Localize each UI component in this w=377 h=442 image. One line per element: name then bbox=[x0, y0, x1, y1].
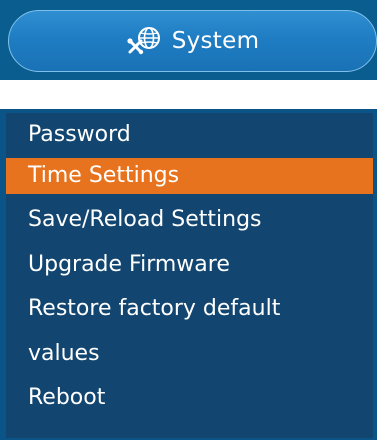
menu-item-time-settings[interactable]: Time Settings bbox=[6, 158, 373, 194]
tools-globe-icon bbox=[126, 24, 164, 58]
system-submenu: Password Time Settings Save/Reload Setti… bbox=[0, 109, 377, 440]
system-label: System bbox=[171, 28, 260, 54]
menu-item-save-reload-settings[interactable]: Save/Reload Settings bbox=[6, 202, 373, 238]
menu-item-upgrade-firmware[interactable]: Upgrade Firmware bbox=[6, 247, 373, 283]
header-band: System bbox=[0, 0, 377, 80]
menu-item-password[interactable]: Password bbox=[6, 117, 373, 153]
system-menu-button[interactable]: System bbox=[8, 10, 377, 72]
menu-item-restore-factory-defaults[interactable]: Restore factory default bbox=[6, 291, 373, 327]
system-button-content: System bbox=[126, 24, 260, 58]
menu-item-restore-factory-defaults-line2[interactable]: values bbox=[6, 336, 373, 372]
submenu-panel: Password Time Settings Save/Reload Setti… bbox=[6, 113, 373, 438]
menu-item-reboot[interactable]: Reboot bbox=[6, 380, 373, 416]
